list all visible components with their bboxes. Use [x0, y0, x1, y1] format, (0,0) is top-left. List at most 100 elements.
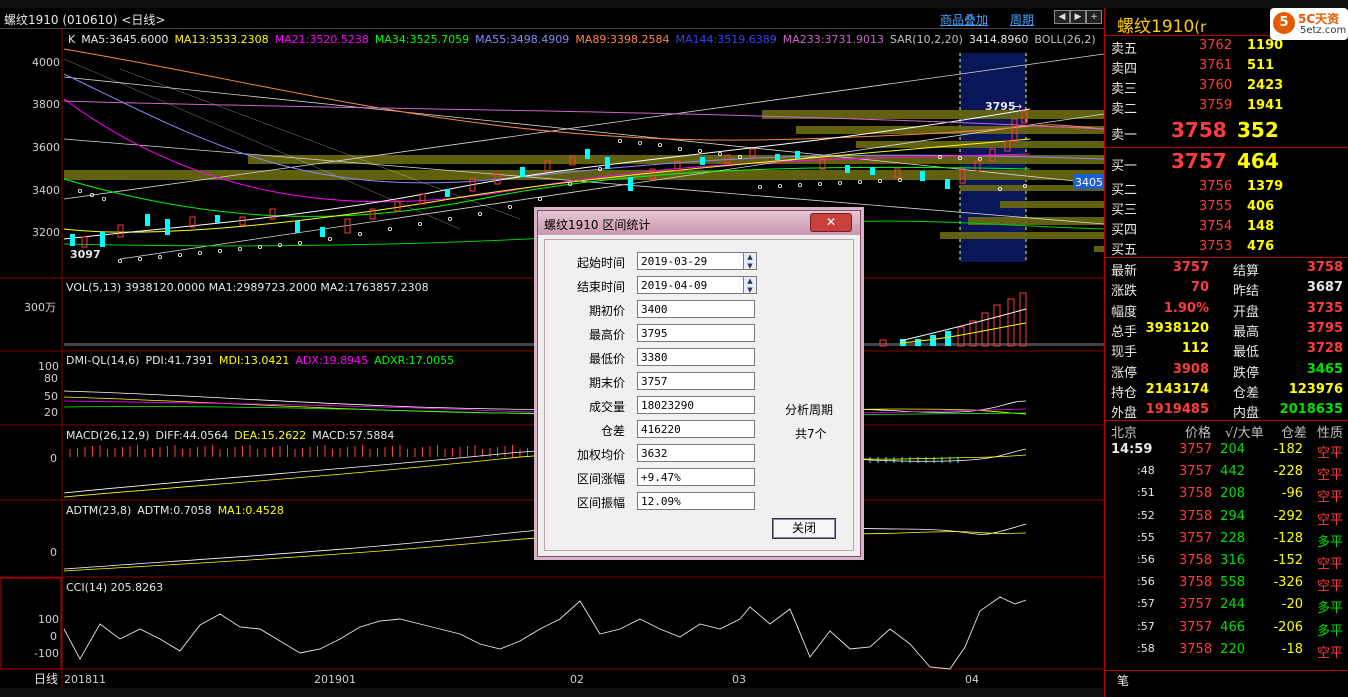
adtm-title: ADTM(23,8) ADTM:0.7058 MA1:0.4528	[66, 504, 284, 517]
bid-row[interactable]: 买二 3756 1379	[1105, 177, 1348, 198]
period-label: 日线	[34, 672, 58, 686]
tick-oi-change: -152	[1273, 553, 1303, 568]
ask-row[interactable]: 卖一 3758 352	[1105, 118, 1348, 146]
tick-time: :48	[1137, 464, 1155, 478]
tick-time: :57	[1137, 619, 1155, 633]
tick-volume: 558	[1220, 575, 1245, 591]
logo-url: 5etz.com	[1300, 25, 1347, 36]
zoom-icon[interactable]: +	[1086, 10, 1102, 24]
tick-time: :57	[1137, 597, 1155, 611]
stat-label: 外盘	[1111, 406, 1138, 422]
tick-row: :51 3758 208 -96 空平	[1105, 484, 1348, 506]
bid-row[interactable]: 买三 3755 406	[1105, 197, 1348, 218]
legend-entry: ADXR:17.0055	[374, 354, 454, 367]
field-label: 成交量	[588, 400, 625, 414]
ask-label: 卖一	[1111, 128, 1138, 143]
tick-time: :52	[1137, 508, 1155, 522]
stat-value: 70	[1190, 280, 1209, 296]
scroll-right-icon[interactable]: ▶	[1070, 10, 1086, 24]
ask-label: 卖四	[1111, 62, 1138, 77]
tick-oi-change: -228	[1273, 464, 1303, 480]
tick-row: :57 3757 466 -206 多平	[1105, 618, 1348, 639]
field-label: 最高价	[588, 328, 625, 342]
stat-value: 1.90%	[1163, 300, 1209, 316]
ask-volume: 352	[1237, 118, 1279, 142]
tick-volume: 294	[1220, 508, 1245, 524]
bid-price: 3754	[1199, 219, 1233, 234]
tick-row: :48 3757 442 -228 空平	[1105, 462, 1348, 483]
stat-value: 3908	[1172, 361, 1209, 377]
legend-entry: MA5:3645.6000	[81, 33, 168, 46]
stat-value: 3728	[1306, 341, 1343, 357]
field-label: 最低价	[588, 352, 625, 366]
legend-entry: MA233:3731.9013	[783, 33, 884, 46]
ask-row[interactable]: 卖四 3761 511	[1105, 56, 1348, 77]
tick-volume: 204	[1220, 442, 1245, 457]
field-value: 416220	[637, 420, 755, 438]
tick-time: :58	[1137, 641, 1155, 655]
quote-panel: 螺纹1910(r 卖五 3762 1190 卖四 3761 511 卖三 3760 2423 卖二…	[1104, 8, 1348, 697]
stat-label: 最低	[1233, 345, 1260, 361]
cci-title: CCI(14) 205.8263	[66, 581, 163, 594]
tick-oi-change: -326	[1273, 575, 1303, 591]
tick-oi-change: -96	[1281, 486, 1303, 502]
stat-label: 幅度	[1111, 304, 1138, 320]
ask-row[interactable]: 卖三 3760 2423	[1105, 76, 1348, 97]
cci-line	[63, 596, 1027, 670]
stat-value: 3735	[1306, 300, 1343, 316]
low-price-label: 3097	[70, 248, 101, 261]
close-button[interactable]: 关闭	[772, 518, 836, 539]
date-spinner-icon[interactable]: ▲ ▼	[743, 252, 757, 270]
tick-row: :52 3758 294 -292 空平	[1105, 507, 1348, 528]
adtm-ytick: 0	[50, 546, 57, 559]
tick-volume: 220	[1220, 641, 1245, 657]
legend-entry: SAR(10,2,20)	[890, 33, 963, 46]
stat-row: 持仓 2143174 仓差 123976	[1105, 380, 1348, 401]
scroll-left-icon[interactable]: ◀	[1054, 10, 1070, 24]
svg-text:3400: 3400	[32, 184, 60, 197]
stat-row: 现手 112 最低 3728	[1105, 339, 1348, 361]
ask-price: 3758	[1171, 118, 1227, 142]
field-label: 起始时间	[576, 256, 625, 270]
tick-row: :56 3758 558 -326 空平	[1105, 573, 1348, 594]
overlay-commodity-link[interactable]: 商品叠加	[940, 11, 988, 28]
stat-value: 3687	[1306, 280, 1343, 296]
period-link[interactable]: 周期	[1010, 11, 1034, 28]
legend-entry: DIFF:44.0564	[156, 429, 229, 442]
stat-row: 涨停 3908 跌停 3465	[1105, 360, 1348, 381]
bid-row[interactable]: 买一 3757 464	[1105, 149, 1348, 177]
dmi-yaxis: 100 80 50 20	[38, 360, 59, 419]
tick-nature: 空平	[1317, 490, 1344, 506]
dialog-titlebar[interactable]: 螺纹1910 区间统计 ✕	[538, 211, 860, 235]
close-icon[interactable]: ✕	[810, 213, 852, 232]
tick-time: :56	[1137, 575, 1155, 589]
bid-volume: 464	[1237, 149, 1279, 173]
legend-entry: MA55:3498.4909	[475, 33, 569, 46]
tick-oi-change: -18	[1281, 641, 1303, 657]
field-value[interactable]: 2019-03-29	[637, 252, 755, 270]
stat-label: 持仓	[1111, 385, 1138, 401]
tick-oi-change: -128	[1273, 530, 1303, 546]
stat-value: 3795	[1306, 320, 1343, 336]
symbol-period-label: 螺纹1910 (010610) <日线>	[4, 13, 166, 27]
legend-entry: BOLL(26,2)	[1034, 33, 1095, 46]
bid-row[interactable]: 买四 3754 148	[1105, 217, 1348, 238]
tick-time: 14:59	[1111, 442, 1153, 457]
legend-entry: MACD(26,12,9)	[66, 429, 150, 442]
svg-text:02: 02	[570, 673, 584, 686]
high-price-label: 3795	[985, 100, 1016, 113]
bid-row[interactable]: 买五 3753 476	[1105, 237, 1348, 258]
tick-volume: 466	[1220, 619, 1245, 635]
legend-entry: MA89:3398.2584	[575, 33, 669, 46]
bid-price: 3755	[1199, 199, 1233, 214]
field-label: 区间振幅	[576, 496, 625, 510]
bid-label: 买四	[1111, 223, 1138, 238]
date-spinner-icon[interactable]: ▲ ▼	[743, 276, 757, 294]
field-value: 3380	[637, 348, 755, 366]
legend-entry: 3414.8960	[969, 33, 1029, 46]
field-value[interactable]: 2019-04-09	[637, 276, 755, 294]
stat-label: 仓差	[1233, 385, 1260, 401]
ticks-tab[interactable]: 笔	[1117, 672, 1129, 689]
tick-row: :58 3758 220 -18 空平	[1105, 640, 1348, 661]
ask-row[interactable]: 卖二 3759 1941	[1105, 96, 1348, 117]
